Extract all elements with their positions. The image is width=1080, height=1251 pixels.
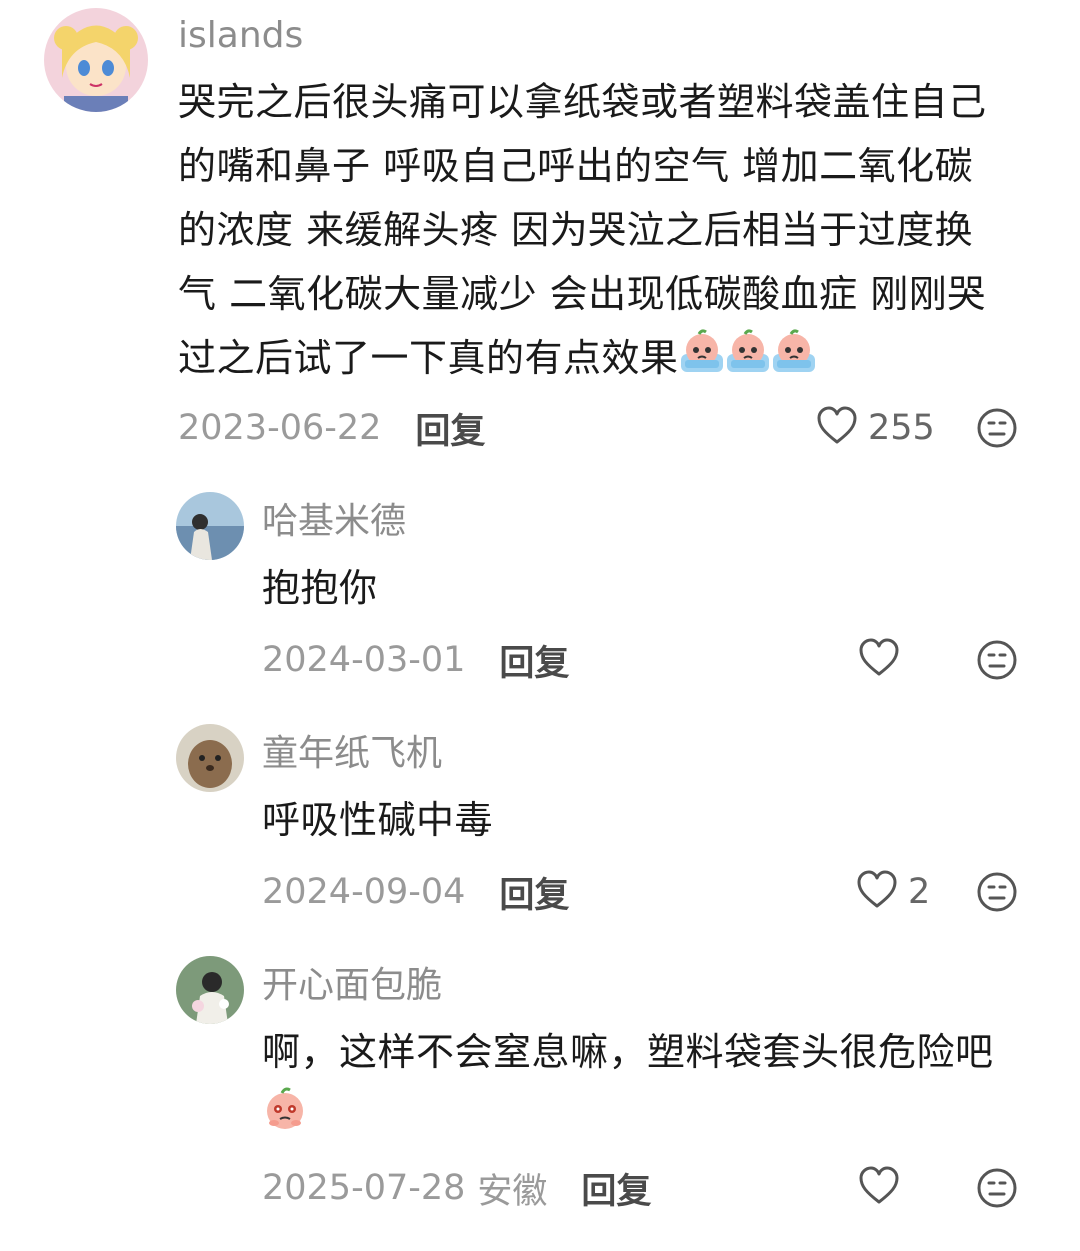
comment-line: 啊，这样不会窒息嘛，塑料袋套头很危险吧 <box>262 1030 994 1074</box>
dislike-face-icon <box>977 640 1017 680</box>
like-button[interactable] <box>858 638 900 682</box>
comment-text: 呼吸性碱中毒 <box>262 788 493 852</box>
dislike-button[interactable] <box>976 1167 1018 1209</box>
comment-line: 气 二氧化碳大量减少 会出现低碳酸血症 刚刚哭 <box>178 272 986 316</box>
like-count: 2 <box>908 872 931 912</box>
comment-line: 抱抱你 <box>262 566 378 610</box>
comment-line: 过之后试了一下真的有点效果 <box>178 336 679 380</box>
like-button[interactable] <box>858 1166 900 1210</box>
reply-item: 开心面包脆 啊，这样不会窒息嘛，塑料袋套头很危险吧 2025-07-28 安徽 … <box>0 934 1080 1251</box>
reply-item: 童年纸飞机 呼吸性碱中毒 2024-09-04 回复 2 <box>0 702 1080 934</box>
like-count: 255 <box>868 408 935 448</box>
crying-peach-emoji <box>679 328 725 393</box>
heart-icon <box>858 638 900 682</box>
comment-text: 哭完之后很头痛可以拿纸袋或者塑料袋盖住自己 的嘴和鼻子 呼吸自己呼出的空气 增加… <box>178 70 987 393</box>
heart-icon <box>816 406 858 450</box>
reply-button[interactable]: 回复 <box>499 635 569 686</box>
comment-line: 的浓度 来缓解头疼 因为哭泣之后相当于过度换 <box>178 208 974 252</box>
username[interactable]: 童年纸飞机 <box>262 734 442 774</box>
avatar[interactable] <box>176 956 244 1024</box>
username[interactable]: 哈基米德 <box>262 502 406 542</box>
reply-item: 哈基米德 抱抱你 2024-03-01 回复 <box>0 470 1080 702</box>
comment-date: 2024-03-01 <box>262 640 466 680</box>
comment-date: 2023-06-22 <box>178 408 382 448</box>
dislike-face-icon <box>977 1168 1017 1208</box>
avatar[interactable] <box>176 492 244 560</box>
comment-meta: 2024-09-04 回复 <box>262 870 569 916</box>
username[interactable]: 开心面包脆 <box>262 966 442 1006</box>
reply-button[interactable]: 回复 <box>581 1163 651 1214</box>
crying-peach-emoji <box>725 328 771 393</box>
reply-button[interactable]: 回复 <box>415 403 485 454</box>
comment-location: 安徽 <box>477 1171 548 1212</box>
avatar[interactable] <box>176 724 244 792</box>
dislike-button[interactable] <box>976 407 1018 449</box>
comment-date: 2025-07-28 <box>262 1168 466 1208</box>
comment-line: 的嘴和鼻子 呼吸自己呼出的空气 增加二氧化碳 <box>178 144 974 188</box>
reply-button[interactable]: 回复 <box>499 867 569 918</box>
heart-icon <box>858 1166 900 1210</box>
comment-text: 啊，这样不会窒息嘛，塑料袋套头很危险吧 <box>262 1020 994 1152</box>
comment-line: 哭完之后很头痛可以拿纸袋或者塑料袋盖住自己 <box>178 80 987 124</box>
comment-text: 抱抱你 <box>262 556 378 620</box>
comment-date: 2024-09-04 <box>262 872 466 912</box>
dislike-face-icon <box>977 408 1017 448</box>
username[interactable]: islands <box>178 16 303 56</box>
dislike-face-icon <box>977 872 1017 912</box>
comment-meta: 2023-06-22 回复 <box>178 406 485 452</box>
comment-meta: 2025-07-28 安徽 回复 <box>262 1166 651 1212</box>
avatar[interactable] <box>44 8 148 112</box>
dislike-button[interactable] <box>976 639 1018 681</box>
comment-line: 呼吸性碱中毒 <box>262 798 494 842</box>
comment-meta: 2024-03-01 回复 <box>262 638 569 684</box>
comment-item: islands 哭完之后很头痛可以拿纸袋或者塑料袋盖住自己 的嘴和鼻子 呼吸自己… <box>0 0 1080 470</box>
crying-peach-emoji <box>771 328 817 393</box>
comment-line-with-emoji: 过之后试了一下真的有点效果 <box>178 326 987 393</box>
heart-icon <box>856 870 898 914</box>
like-button[interactable]: 255 <box>816 406 935 450</box>
worried-peach-emoji <box>262 1085 308 1152</box>
comment-emoji-line <box>262 1084 994 1152</box>
like-button[interactable]: 2 <box>856 870 930 914</box>
dislike-button[interactable] <box>976 871 1018 913</box>
